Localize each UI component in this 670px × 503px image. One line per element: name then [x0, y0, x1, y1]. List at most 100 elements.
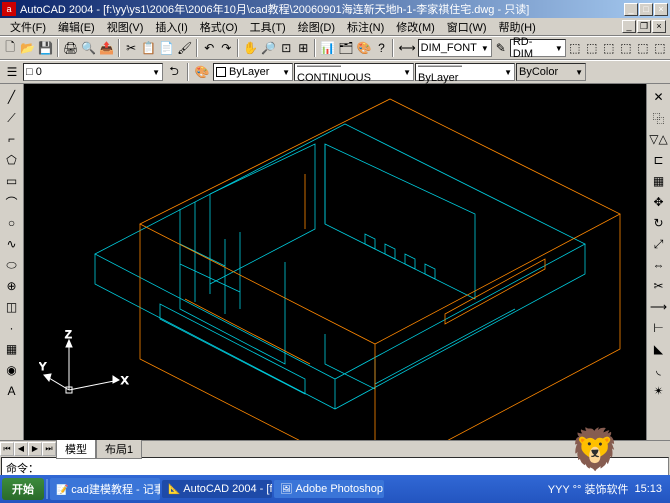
doc-close-button[interactable]: × [652, 20, 666, 33]
color-combo[interactable]: ByLayer▼ [213, 63, 293, 81]
text-icon[interactable]: A [2, 381, 22, 401]
rddim-combo[interactable]: RD-DIM▼ [510, 39, 566, 57]
pline-icon[interactable]: ⌐ [2, 129, 22, 149]
save-icon[interactable]: 💾 [37, 38, 54, 58]
tool-icon[interactable]: ⬚ [635, 38, 651, 58]
pan-icon[interactable]: ✋ [242, 38, 259, 58]
menu-file[interactable]: 文件(F) [4, 18, 52, 36]
plotstyle-combo[interactable]: ByColor▼ [516, 63, 586, 81]
new-icon[interactable]: 🗋 [2, 38, 18, 58]
rectangle-icon[interactable]: ▭ [2, 171, 22, 191]
help-icon[interactable]: ? [373, 38, 389, 58]
start-button[interactable]: 开始 [2, 478, 44, 500]
drawing-canvas[interactable]: X Y Z [24, 84, 646, 440]
move-icon[interactable]: ✥ [649, 192, 669, 212]
system-tray[interactable]: YYY °° 装饰软件 15:13 [542, 481, 668, 497]
tool-icon[interactable]: ⬚ [618, 38, 634, 58]
task-autocad[interactable]: 📐 AutoCAD 2004 - [f:\... [162, 480, 272, 498]
lineweight-combo[interactable]: ———— ByLayer▼ [415, 63, 515, 81]
tab-last-icon[interactable]: ⏭ [42, 442, 56, 456]
line-icon[interactable]: ╱ [2, 87, 22, 107]
menu-tools[interactable]: 工具(T) [244, 18, 292, 36]
mirror-icon[interactable]: ▽△ [649, 129, 669, 149]
tab-model[interactable]: 模型 [56, 439, 96, 459]
menu-draw[interactable]: 绘图(D) [292, 18, 341, 36]
dim-linear-icon[interactable]: ⟷ [397, 38, 416, 58]
xline-icon[interactable]: ⟋ [2, 108, 22, 128]
dim-edit-icon[interactable]: ✎ [493, 38, 509, 58]
polygon-icon[interactable]: ⬠ [2, 150, 22, 170]
block-icon[interactable]: ◫ [2, 297, 22, 317]
extend-icon[interactable]: ⟶ [649, 297, 669, 317]
menu-view[interactable]: 视图(V) [101, 18, 150, 36]
properties-icon[interactable]: 📊 [319, 38, 336, 58]
rotate-icon[interactable]: ↻ [649, 213, 669, 233]
chamfer-icon[interactable]: ◣ [649, 339, 669, 359]
tool-icon[interactable]: ⬚ [601, 38, 617, 58]
copy-obj-icon[interactable]: ⿻ [649, 108, 669, 128]
app-icon: a [2, 2, 16, 16]
menu-help[interactable]: 帮助(H) [493, 18, 542, 36]
point-icon[interactable]: · [2, 318, 22, 338]
menu-insert[interactable]: 插入(I) [149, 18, 193, 36]
zoom-icon[interactable]: 🔎 [260, 38, 277, 58]
command-line[interactable]: 命令： [1, 457, 669, 477]
arc-icon[interactable]: ⌒ [2, 192, 22, 212]
copy-icon[interactable]: 📋 [140, 38, 157, 58]
region-icon[interactable]: ◉ [2, 360, 22, 380]
tool-icon[interactable]: ⬚ [584, 38, 600, 58]
trim-icon[interactable]: ✂ [649, 276, 669, 296]
tab-prev-icon[interactable]: ◀ [14, 442, 28, 456]
open-icon[interactable]: 📂 [19, 38, 36, 58]
scale-icon[interactable]: ⤢ [649, 234, 669, 254]
stretch-icon[interactable]: ⇔ [649, 255, 669, 275]
menu-edit[interactable]: 编辑(E) [52, 18, 101, 36]
menu-modify[interactable]: 修改(M) [390, 18, 441, 36]
task-photoshop[interactable]: 🖼 Adobe Photoshop [274, 480, 384, 498]
publish-icon[interactable]: 📤 [98, 38, 115, 58]
tool-icon[interactable]: ⬚ [567, 38, 583, 58]
minimize-button[interactable]: _ [624, 3, 638, 16]
paste-icon[interactable]: 📄 [158, 38, 175, 58]
close-button[interactable]: × [654, 3, 668, 16]
menu-dimension[interactable]: 标注(N) [341, 18, 390, 36]
zoom-prev-icon[interactable]: ⊞ [295, 38, 311, 58]
fillet-icon[interactable]: ◟ [649, 360, 669, 380]
redo-icon[interactable]: ↷ [218, 38, 234, 58]
toolpalette-icon[interactable]: 🎨 [355, 38, 372, 58]
linetype-combo[interactable]: ———— CONTINUOUS▼ [294, 63, 414, 81]
menu-window[interactable]: 窗口(W) [441, 18, 493, 36]
desktop-assistant-icon[interactable]: 🦁 [570, 426, 620, 473]
cut-icon[interactable]: ✂ [123, 38, 139, 58]
spline-icon[interactable]: ∿ [2, 234, 22, 254]
layer-manager-icon[interactable]: ☰ [2, 62, 22, 82]
zoom-window-icon[interactable]: ⊡ [278, 38, 294, 58]
layer-prev-icon[interactable]: ⮌ [164, 62, 184, 82]
tab-layout1[interactable]: 布局1 [96, 439, 142, 459]
tab-first-icon[interactable]: ⏮ [0, 442, 14, 456]
task-notepad[interactable]: 📝 cad建模教程 - 记事本 [50, 478, 160, 500]
match-icon[interactable]: 🖌 [176, 38, 193, 58]
offset-icon[interactable]: ⊏ [649, 150, 669, 170]
menu-format[interactable]: 格式(O) [194, 18, 244, 36]
color-icon[interactable]: 🎨 [192, 62, 212, 82]
tab-next-icon[interactable]: ▶ [28, 442, 42, 456]
doc-minimize-button[interactable]: _ [622, 20, 636, 33]
doc-restore-button[interactable]: ❐ [637, 20, 651, 33]
undo-icon[interactable]: ↶ [201, 38, 217, 58]
dim-style-combo[interactable]: DIM_FONT▼ [418, 39, 492, 57]
array-icon[interactable]: ▦ [649, 171, 669, 191]
tool-icon[interactable]: ⬚ [652, 38, 668, 58]
circle-icon[interactable]: ○ [2, 213, 22, 233]
hatch-icon[interactable]: ▦ [2, 339, 22, 359]
print-icon[interactable]: 🖨 [62, 38, 79, 58]
maximize-button[interactable]: □ [639, 3, 653, 16]
preview-icon[interactable]: 🔍 [80, 38, 97, 58]
insert-icon[interactable]: ⊕ [2, 276, 22, 296]
designcenter-icon[interactable]: 🗂 [337, 38, 354, 58]
erase-icon[interactable]: ✕ [649, 87, 669, 107]
break-icon[interactable]: ⊢ [649, 318, 669, 338]
explode-icon[interactable]: ✴ [649, 381, 669, 401]
ellipse-icon[interactable]: ⬭ [2, 255, 22, 275]
layer-combo[interactable]: □ 0▼ [23, 63, 163, 81]
